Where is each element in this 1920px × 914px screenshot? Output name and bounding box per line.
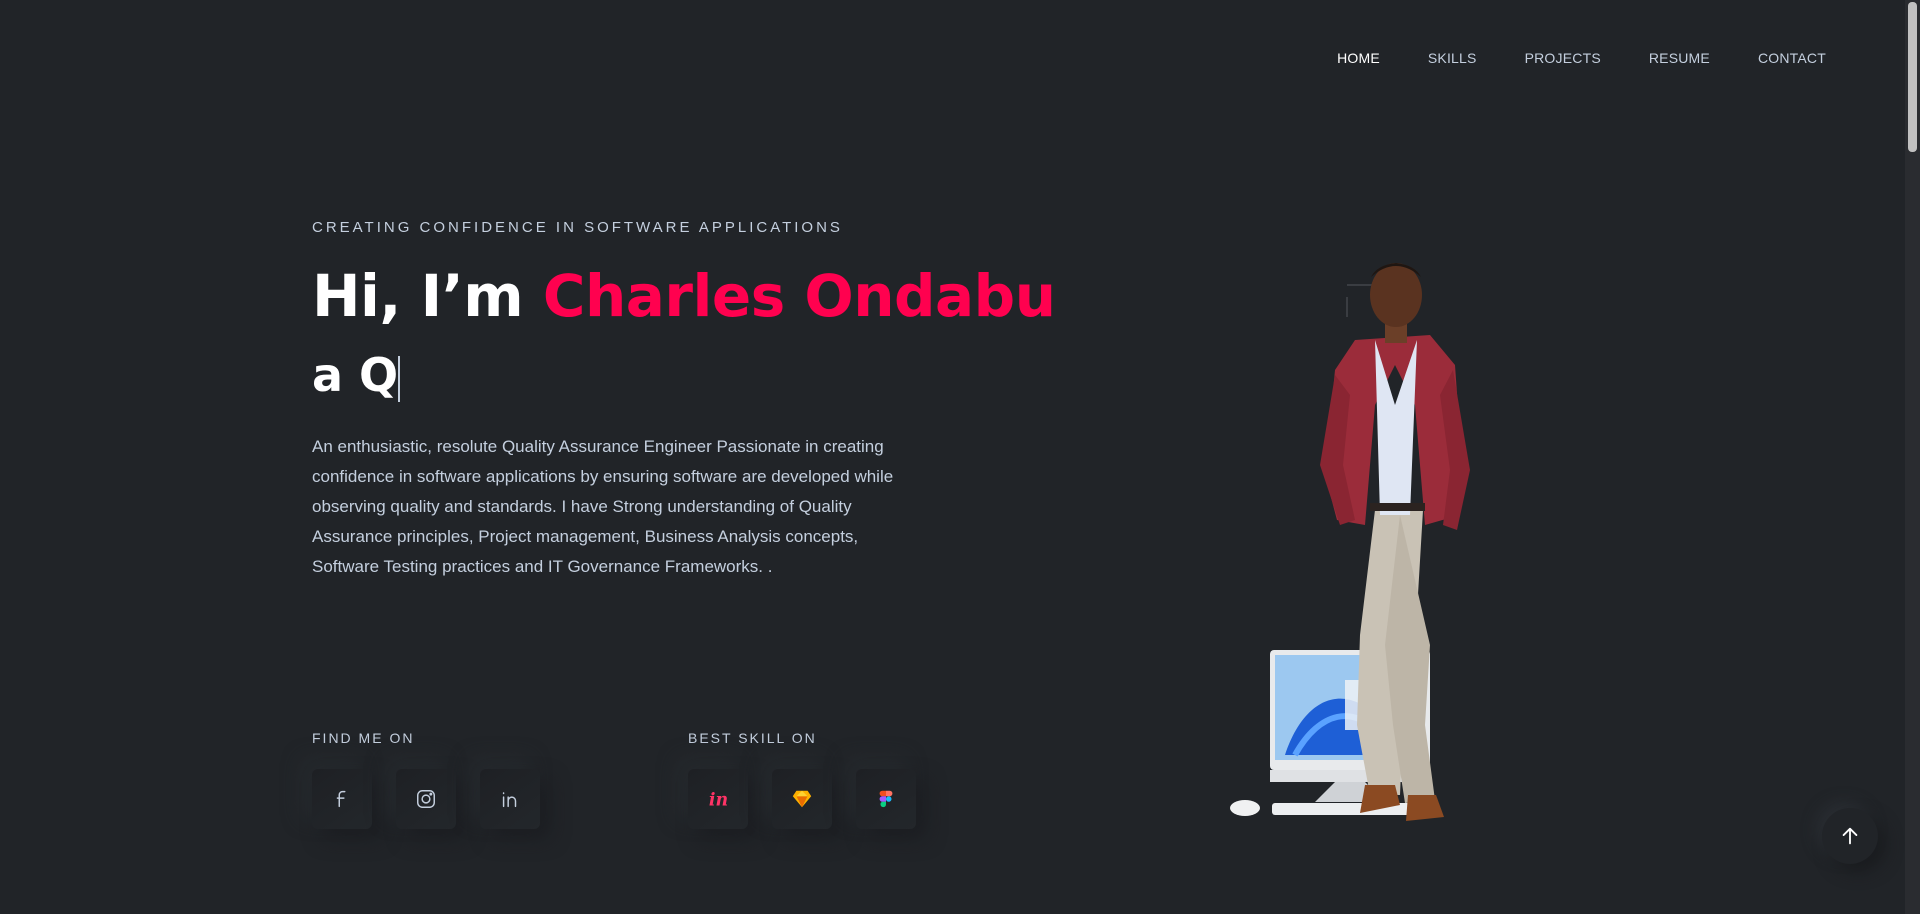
arrow-up-icon — [1842, 827, 1858, 845]
hero-name: Charles Ondabu — [542, 262, 1056, 330]
svg-text:in: in — [709, 790, 728, 810]
find-me-title: FIND ME ON — [312, 730, 415, 746]
instagram-icon — [417, 790, 435, 808]
typed-role: a Q — [312, 348, 401, 402]
linkedin-link[interactable] — [480, 769, 540, 829]
linkedin-icon — [502, 792, 517, 808]
greeting-text: Hi, I’m — [312, 262, 543, 330]
hero-bio: An enthusiastic, resolute Quality Assura… — [312, 437, 894, 576]
back-to-top-button[interactable] — [1822, 808, 1878, 864]
social-links — [312, 769, 540, 829]
instagram-link[interactable] — [396, 769, 456, 829]
hero-tagline: CREATING CONFIDENCE IN SOFTWARE APPLICAT… — [312, 219, 843, 236]
facebook-icon — [336, 790, 346, 808]
invision-icon: in — [709, 790, 728, 810]
nav-home[interactable]: HOME — [1337, 50, 1380, 66]
invision-tool: in — [688, 769, 748, 829]
typing-cursor — [398, 355, 401, 402]
sketch-icon — [792, 790, 812, 808]
profile-photo — [1230, 263, 1470, 821]
figma-icon — [879, 790, 893, 808]
page-scrollbar[interactable] — [1905, 0, 1920, 914]
skill-tools: in — [688, 769, 916, 829]
sketch-tool — [772, 769, 832, 829]
facebook-link[interactable] — [312, 769, 372, 829]
figma-tool — [856, 769, 916, 829]
hero-headline: Hi, I’m Charles Ondabu — [312, 262, 1056, 330]
best-skill-title: BEST SKILL ON — [688, 730, 817, 746]
main-nav: HOME SKILLS PROJECTS RESUME CONTACT — [1289, 50, 1826, 66]
typed-text: a Q — [312, 348, 399, 402]
nav-projects[interactable]: PROJECTS — [1525, 50, 1601, 66]
nav-skills[interactable]: SKILLS — [1428, 50, 1477, 66]
nav-contact[interactable]: CONTACT — [1758, 50, 1826, 66]
nav-resume[interactable]: RESUME — [1649, 50, 1710, 66]
scrollbar-thumb[interactable] — [1908, 2, 1917, 152]
